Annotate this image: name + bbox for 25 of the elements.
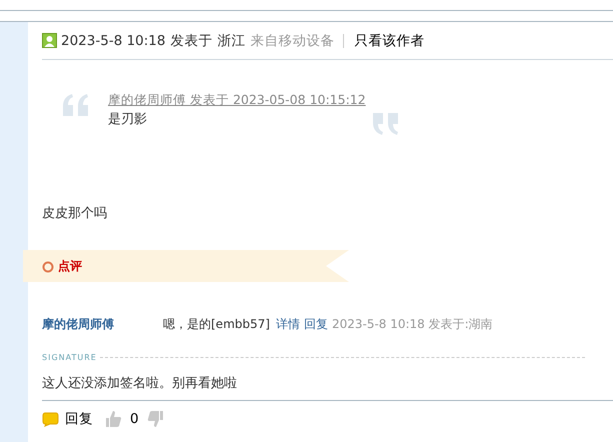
thumbs-up-icon[interactable] <box>105 410 122 428</box>
close-quote-icon <box>372 113 400 135</box>
device-label: 来自移动设备 <box>250 32 334 50</box>
post-body: 皮皮那个吗 <box>42 205 108 222</box>
user-icon <box>42 33 57 48</box>
author-only-link[interactable]: 只看该作者 <box>354 32 424 50</box>
speech-bubble-icon <box>42 412 59 426</box>
circle-icon <box>42 260 54 272</box>
open-quote-icon <box>62 94 90 116</box>
post-date: 2023-5-8 10:18 <box>61 32 166 48</box>
thumbs-down-icon[interactable] <box>146 410 164 428</box>
comment-meta: 2023-5-8 10:18 发表于:湖南 <box>332 316 493 333</box>
posted-label: 发表于 <box>170 32 212 50</box>
reply-button[interactable]: 回复 <box>65 410 93 428</box>
comment-text: 嗯，是的[embb57] <box>163 316 270 333</box>
quote-author-link[interactable]: 摩的佬周师傅 发表于 2023-05-08 10:15:12 <box>108 92 366 109</box>
reply-link[interactable]: 回复 <box>304 316 328 333</box>
like-count: 0 <box>130 411 139 427</box>
signature-text: 这人还没添加签名啦。别再看她啦 <box>42 375 238 393</box>
quote-text: 是刃影 <box>108 111 147 128</box>
post-location: 浙江 <box>217 32 246 50</box>
comment-panel-title: 点评 <box>58 258 82 275</box>
detail-link[interactable]: 详情 <box>276 316 300 333</box>
signature-label: SIGNATURE <box>42 353 97 362</box>
comment-author[interactable]: 摩的佬周师傅 <box>42 316 163 333</box>
